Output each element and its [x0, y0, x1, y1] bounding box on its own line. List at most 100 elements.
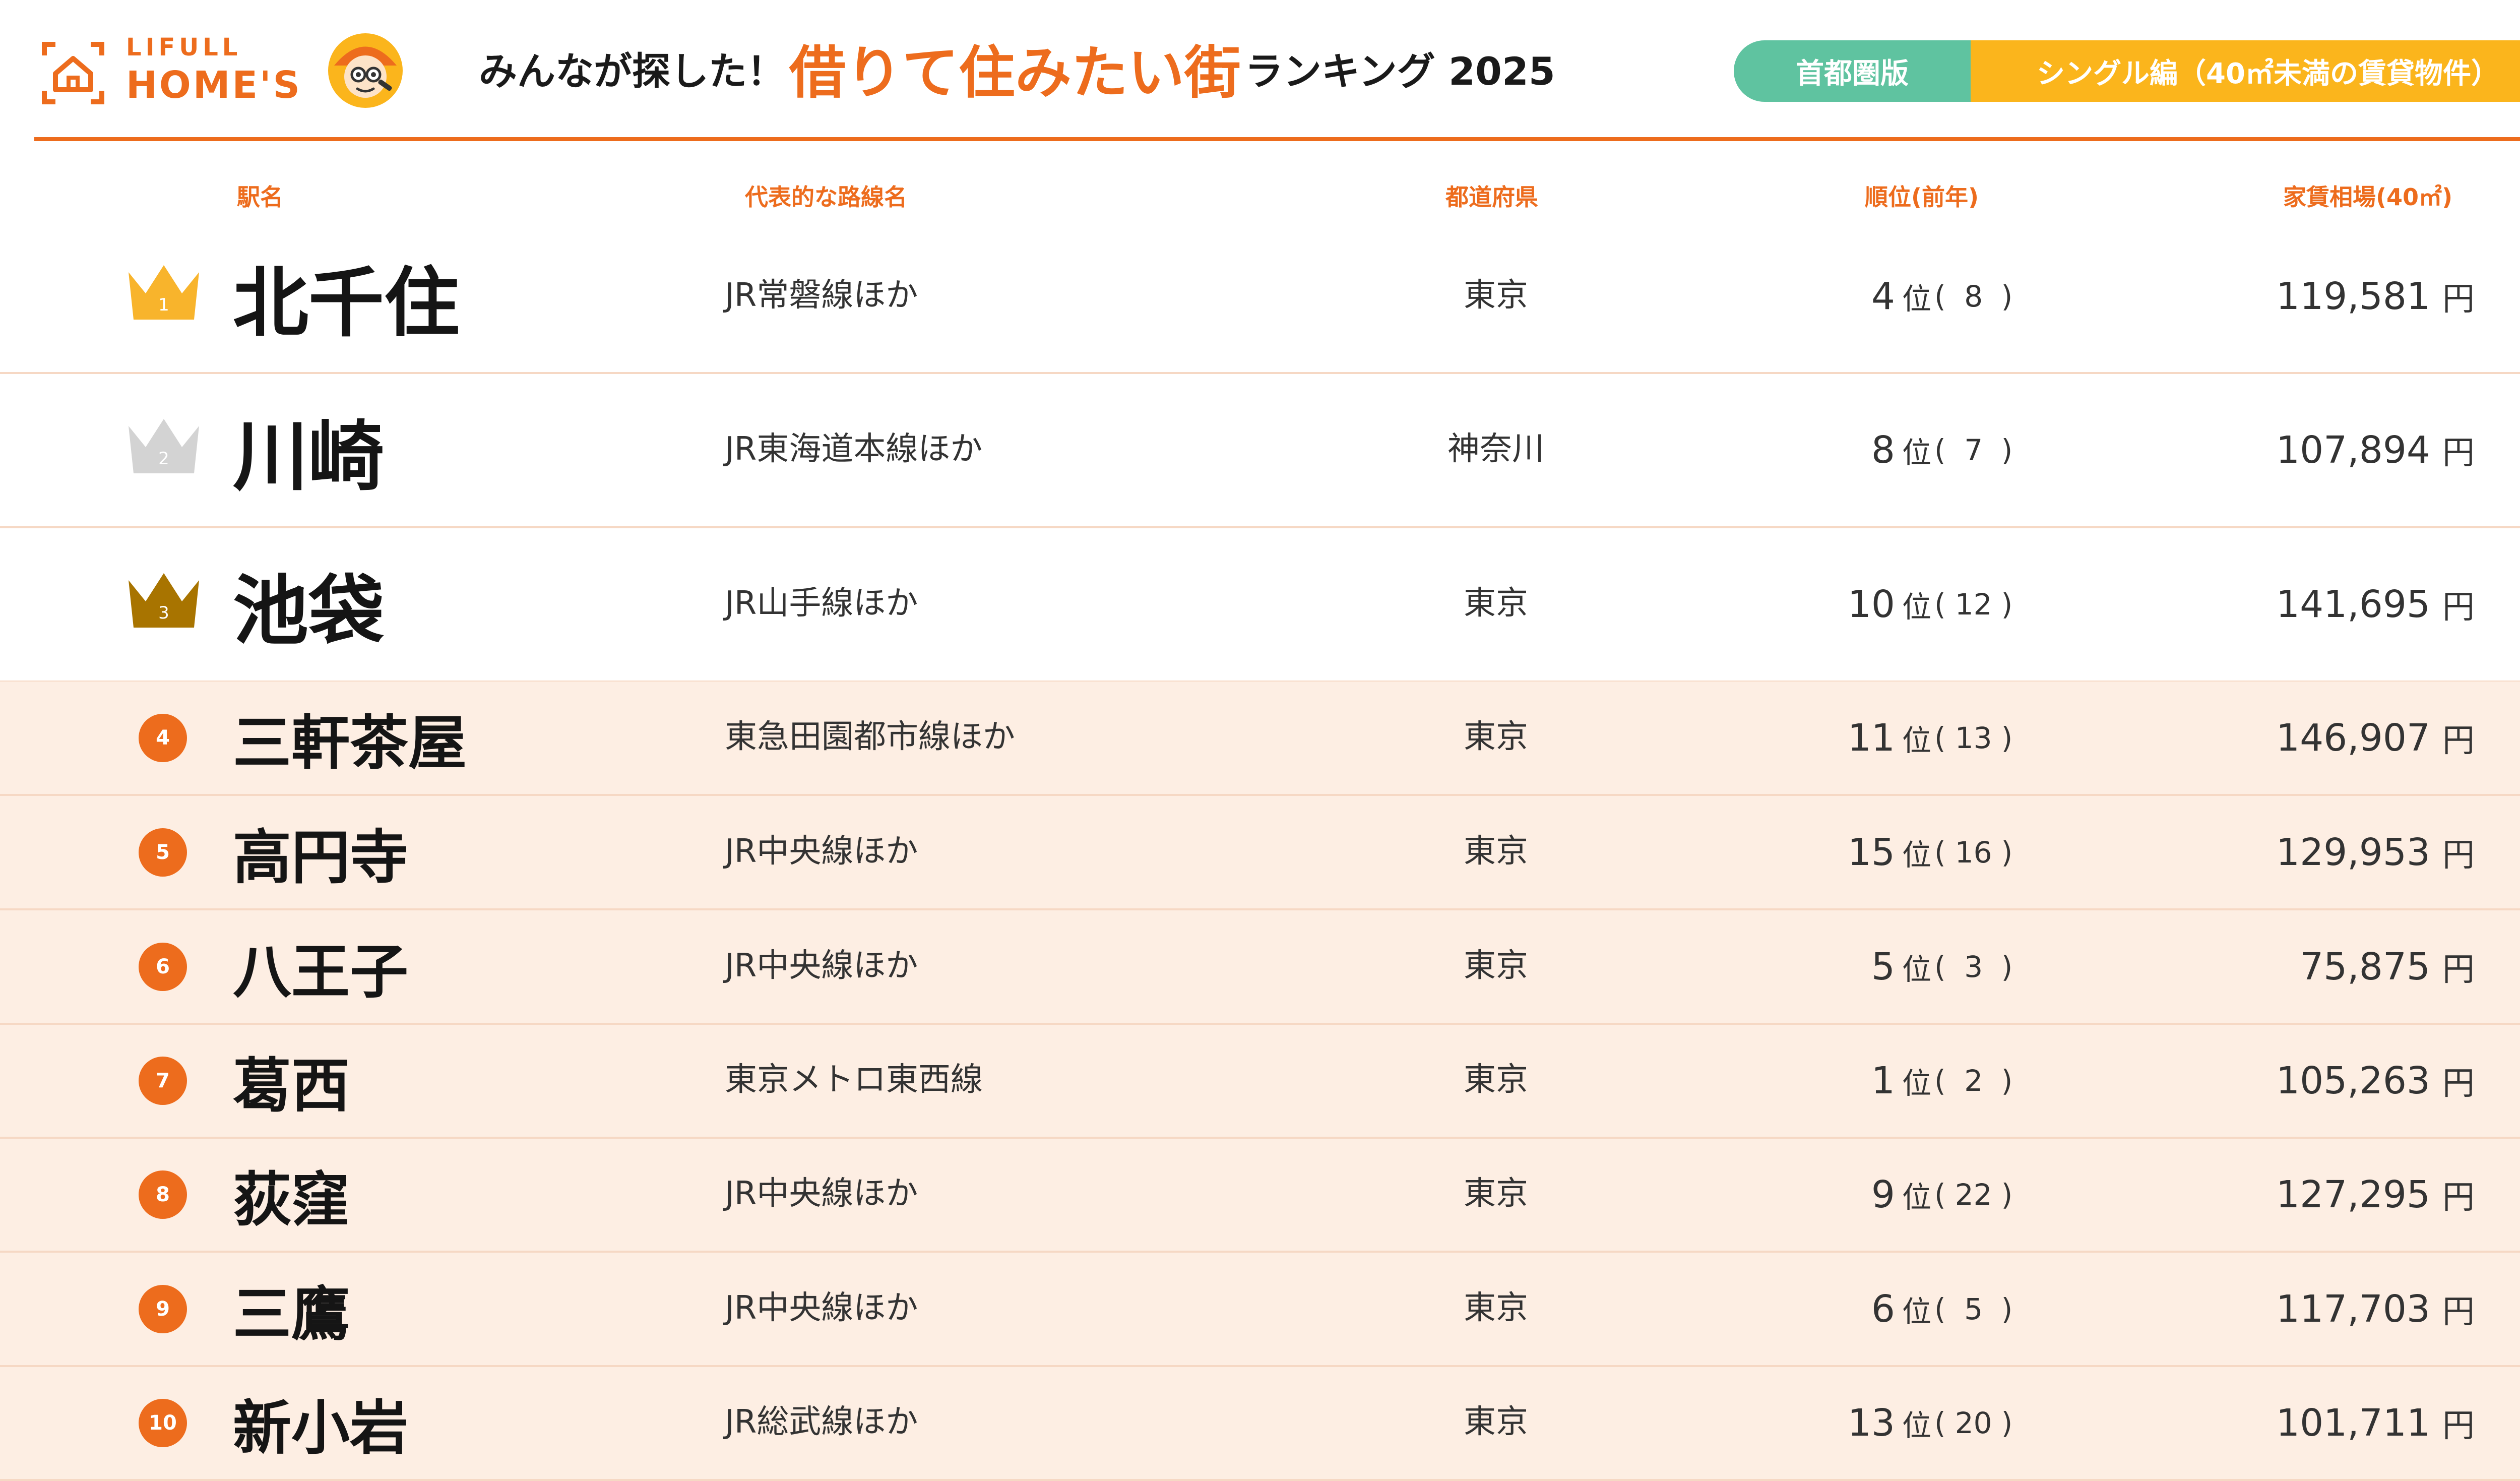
rent-cell: 101,711 円 — [2122, 1367, 2475, 1479]
prev-rank: 16 — [1955, 835, 1992, 870]
prefecture: 神奈川 — [1447, 430, 1544, 468]
rent-cell: 105,263 円 — [2122, 1025, 2475, 1137]
station-name: 三軒茶屋 — [233, 709, 467, 777]
rank-cell: 6 位 ( 5 ) — [1840, 1253, 2012, 1365]
rank-value: 9 — [1871, 1173, 1895, 1216]
route-name: JR中央線ほか — [725, 947, 918, 984]
route-name: JR中央線ほか — [725, 832, 918, 870]
table-row[interactable]: 6 八王子 JR中央線ほか 東京 5 位 ( 3 ) 75,875 円 — [0, 910, 2520, 1025]
rank-badge: 7 — [139, 1057, 187, 1105]
rank-value: 5 — [1871, 945, 1895, 989]
col-rent: 家賃相場(40㎡) — [2283, 183, 2453, 211]
rent-value: 127,295 — [2276, 1173, 2430, 1216]
rent-value: 141,695 — [2276, 583, 2430, 626]
prev-rank: 7 — [1964, 433, 1983, 467]
table-row[interactable]: 1 北千住 JR常磐線ほか 東京 4 位 ( 8 ) 119,581 円 — [0, 221, 2520, 374]
rank-cell: 13 位 ( 20 ) — [1840, 1367, 2012, 1479]
table-row[interactable]: 8 荻窪 JR中央線ほか 東京 9 位 ( 22 ) 127,295 円 — [0, 1139, 2520, 1253]
station-name: 池袋 — [233, 567, 385, 655]
prefecture: 東京 — [1464, 1403, 1528, 1441]
rank-badge: 9 — [139, 1284, 187, 1333]
category-tag[interactable]: シングル編（40㎡未満の賃貸物件） — [1971, 40, 2520, 102]
station-name: 川崎 — [233, 413, 385, 501]
paren-close: ) — [2001, 720, 2013, 755]
rank-unit: 位 — [1902, 952, 1932, 986]
yen-unit: 円 — [2442, 1407, 2475, 1445]
mascot-icon — [328, 33, 403, 108]
rent-cell: 107,894 円 — [2122, 374, 2475, 526]
table-row[interactable]: 10 新小岩 JR総武線ほか 東京 13 位 ( 20 ) 101,711 円 — [0, 1367, 2520, 1481]
rank-unit: 位 — [1902, 1408, 1932, 1443]
title-main: 借りて住みたい街 — [789, 40, 1241, 106]
rank-badge: 10 — [139, 1399, 187, 1447]
logo-line2: HOME'S — [126, 64, 302, 107]
rank-cell: 1 位 ( 2 ) — [1840, 1025, 2012, 1137]
crown-number: 3 — [158, 603, 169, 623]
rent-value: 129,953 — [2276, 830, 2430, 874]
rank-cell: 11 位 ( 13 ) — [1840, 682, 2012, 794]
rank-value: 15 — [1847, 830, 1895, 874]
rank-unit: 位 — [1902, 436, 1932, 470]
paren-close: ) — [2001, 587, 2013, 622]
rent-value: 107,894 — [2276, 428, 2430, 472]
region-tag[interactable]: 首都圏版 — [1734, 40, 1971, 102]
bronze-crown-icon: 3 — [129, 573, 199, 628]
rank-badge: 4 — [139, 713, 187, 762]
rank-value: 1 — [1871, 1059, 1895, 1102]
station-name: 高円寺 — [233, 823, 408, 892]
yen-unit: 円 — [2442, 589, 2475, 626]
table-row[interactable]: 9 三鷹 JR中央線ほか 東京 6 位 ( 5 ) 117,703 円 — [0, 1253, 2520, 1367]
table-row[interactable]: 2 川崎 JR東海道本線ほか 神奈川 8 位 ( 7 ) 107,894 円 — [0, 374, 2520, 528]
paren-open: ( — [1934, 1064, 1946, 1098]
prev-rank: 3 — [1964, 949, 1983, 984]
prefecture: 東京 — [1464, 1175, 1528, 1212]
rank-value: 11 — [1847, 716, 1895, 760]
rank-unit: 位 — [1902, 590, 1932, 624]
rent-cell: 117,703 円 — [2122, 1253, 2475, 1365]
house-icon — [42, 42, 104, 104]
paren-close: ) — [2001, 1406, 2013, 1440]
yen-unit: 円 — [2442, 281, 2475, 318]
yen-unit: 円 — [2442, 722, 2475, 760]
paren-open: ( — [1934, 1406, 1946, 1440]
table-row[interactable]: 7 葛西 東京メトロ東西線 東京 1 位 ( 2 ) 105,263 円 — [0, 1025, 2520, 1139]
col-line: 代表的な路線名 — [745, 183, 907, 211]
table-row[interactable]: 3 池袋 JR山手線ほか 東京 10 位 ( 12 ) 141,695 円 — [0, 528, 2520, 683]
rank-cell: 15 位 ( 16 ) — [1840, 796, 2012, 908]
paren-open: ( — [1934, 1291, 1946, 1326]
station-name: 葛西 — [233, 1052, 350, 1120]
logo-line1: LIFULL — [126, 33, 242, 61]
rent-cell: 129,953 円 — [2122, 796, 2475, 908]
rank-unit: 位 — [1902, 1294, 1932, 1329]
rank-unit: 位 — [1902, 723, 1932, 758]
rank-cell: 4 位 ( 8 ) — [1840, 221, 2012, 372]
rank-cell: 9 位 ( 22 ) — [1840, 1139, 2012, 1251]
rank-value: 10 — [1847, 583, 1895, 626]
paren-open: ( — [1934, 1178, 1946, 1212]
table-row[interactable]: 4 三軒茶屋 東急田園都市線ほか 東京 11 位 ( 13 ) 146,907 円 — [0, 682, 2520, 796]
rank-value: 8 — [1871, 428, 1895, 472]
rent-value: 105,263 — [2276, 1059, 2430, 1102]
logo-wordmark: LIFULL HOME'S — [126, 35, 302, 104]
prev-rank: 2 — [1964, 1064, 1983, 1098]
route-name: 東急田園都市線ほか — [725, 718, 1015, 756]
paren-open: ( — [1934, 835, 1946, 870]
table-row[interactable]: 5 高円寺 JR中央線ほか 東京 15 位 ( 16 ) 129,953 円 — [0, 796, 2520, 910]
yen-unit: 円 — [2442, 435, 2475, 472]
paren-close: ) — [2001, 1064, 2013, 1098]
crown-number: 2 — [158, 449, 169, 469]
route-name: JR総武線ほか — [725, 1403, 918, 1441]
prefecture: 東京 — [1464, 947, 1528, 984]
paren-close: ) — [2001, 835, 2013, 870]
prev-rank: 8 — [1964, 279, 1983, 314]
yen-unit: 円 — [2442, 1293, 2475, 1331]
header-divider — [34, 137, 2520, 141]
station-name: 八王子 — [233, 938, 408, 1006]
paren-open: ( — [1934, 720, 1946, 755]
rank-unit: 位 — [1902, 1066, 1932, 1100]
station-name: 荻窪 — [233, 1166, 350, 1234]
prev-rank: 5 — [1964, 1291, 1983, 1326]
paren-open: ( — [1934, 587, 1946, 622]
paren-open: ( — [1934, 279, 1946, 314]
yen-unit: 円 — [2442, 1065, 2475, 1102]
